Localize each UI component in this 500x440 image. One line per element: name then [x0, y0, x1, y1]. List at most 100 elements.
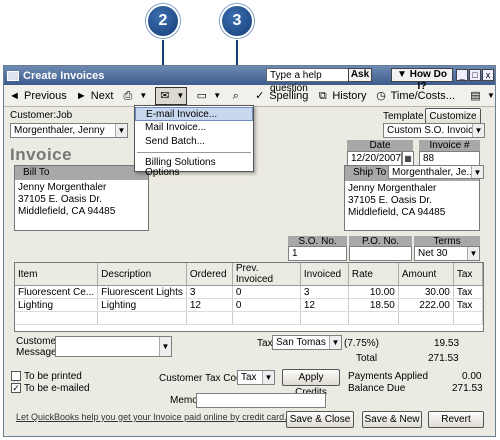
invoiced-cell[interactable]: 3 [300, 285, 349, 299]
save-new-button[interactable]: Save & New [362, 411, 422, 428]
customer-job-select[interactable]: Morgenthaler, Jenny ▼ [10, 123, 128, 138]
save-close-button[interactable]: Save & Close [286, 411, 354, 428]
callout-2: 2 [146, 4, 180, 38]
how-do-i-button[interactable]: ▼ How Do I? [391, 68, 453, 92]
tax-cell[interactable]: Tax [453, 285, 484, 299]
tax-cell[interactable]: Tax [453, 298, 484, 312]
to-be-printed-label: To be printed [24, 371, 82, 382]
total-value: 271.53 [428, 353, 459, 364]
chevron-down-icon: ▼ [115, 124, 127, 137]
ship-to-select[interactable]: Morgenthaler, Je... ▼ [388, 165, 484, 179]
previous-icon: ◄ [9, 89, 20, 102]
help-question-input[interactable]: Type a help question [266, 68, 349, 94]
print-button[interactable]: ⎙ ▼ [121, 89, 148, 102]
menu-item-send-batch[interactable]: Send Batch... [135, 135, 253, 149]
item-cell[interactable]: Fluorescent Ce... [15, 285, 99, 299]
column-header[interactable]: Amount [398, 263, 454, 286]
menu-item-email-invoice[interactable]: E-mail Invoice... [135, 107, 253, 121]
invoice-number-field[interactable]: 88 [419, 151, 480, 166]
table-row[interactable]: Fluorescent Ce... Fluorescent Lights 3 0… [15, 285, 484, 299]
invoiced-cell[interactable]: 12 [300, 298, 349, 312]
ask-button[interactable]: Ask [348, 68, 372, 82]
ship-to-line: Jenny Morgenthaler [348, 183, 437, 194]
date-field[interactable]: 12/20/2007 [347, 151, 402, 166]
bill-to-line: 37105 E. Oasis Dr. [18, 194, 102, 205]
template-select[interactable]: Custom S.O. Invoice ▼ [383, 123, 485, 138]
bill-to-box[interactable]: Bill To Jenny Morgenthaler 37105 E. Oasi… [14, 165, 149, 231]
letters-icon: ▤ [470, 89, 481, 102]
send-button[interactable]: ✉ ▼ [155, 86, 188, 105]
envelope-icon: ✉ [160, 89, 170, 102]
bill-to-line: Jenny Morgenthaler [18, 182, 107, 193]
table-row[interactable]: Lighting Lighting 12 0 12 18.50 222.00 T… [15, 298, 484, 312]
memo-field[interactable] [196, 393, 326, 408]
calendar-button[interactable]: ▦ [402, 151, 414, 166]
bill-to-header: Bill To [15, 166, 148, 180]
minimize-button[interactable]: _ [456, 69, 468, 81]
rate-cell[interactable]: 10.00 [348, 285, 399, 299]
template-label: Template [383, 111, 424, 122]
rate-cell[interactable]: 18.50 [348, 298, 399, 312]
maximize-button[interactable]: □ [469, 69, 481, 81]
spelling-icon: ✓ [255, 89, 265, 102]
revert-button[interactable]: Revert [428, 411, 484, 428]
customer-message-label: Customer Message [16, 336, 60, 358]
table-row[interactable] [15, 311, 484, 325]
column-header[interactable]: Tax [453, 263, 484, 286]
clock-icon: ◷ [376, 89, 386, 102]
po-number-field[interactable] [349, 246, 412, 261]
bill-to-line: Middlefield, CA 94485 [18, 206, 116, 217]
column-header[interactable]: Item [15, 263, 99, 286]
close-button[interactable]: x [482, 69, 494, 81]
apply-credits-button[interactable]: Apply Credits [282, 369, 340, 398]
ordered-cell[interactable]: 12 [186, 298, 233, 312]
menu-item-billing-solutions[interactable]: Billing Solutions Options [135, 156, 253, 178]
balance-due-value: 271.53 [452, 383, 483, 394]
window-icon [7, 70, 19, 81]
title-bar: Create Invoices Type a help question Ask… [4, 66, 495, 94]
customer-tax-code-select[interactable]: Tax ▼ [237, 370, 275, 385]
callout-3: 3 [220, 4, 254, 38]
amount-cell[interactable]: 222.00 [398, 298, 454, 312]
history-button[interactable]: ⧉ History [316, 89, 367, 102]
online-payment-link[interactable]: Let QuickBooks help you get your Invoice… [16, 412, 287, 422]
send-menu: E-mail Invoice... Mail Invoice... Send B… [134, 105, 254, 178]
history-icon: ⧉ [318, 89, 327, 102]
to-be-emailed-checkbox[interactable]: ✓ [11, 383, 21, 393]
tax-amount: 19.53 [434, 338, 460, 349]
column-header[interactable]: Rate [348, 263, 399, 286]
description-cell[interactable]: Fluorescent Lights [97, 285, 187, 299]
tax-item-select[interactable]: San Tomas ▼ [272, 335, 342, 350]
customer-message-select[interactable]: ▼ [55, 336, 172, 357]
column-header[interactable]: Invoiced [300, 263, 349, 286]
previous-button[interactable]: ◄ Previous [8, 90, 67, 102]
item-cell[interactable]: Lighting [15, 298, 99, 312]
checkmark-icon: ✓ [12, 383, 20, 393]
ordered-cell[interactable]: 3 [186, 285, 233, 299]
chevron-down-icon: ▼ [486, 91, 495, 100]
prev-invoiced-cell[interactable]: 0 [232, 285, 301, 299]
prev-invoiced-cell[interactable]: 0 [232, 298, 301, 312]
letters-button[interactable]: ▤ ▼ [469, 90, 495, 102]
column-header[interactable]: Ordered [186, 263, 233, 286]
chevron-down-icon: ▼ [329, 336, 341, 349]
column-header[interactable]: Description [97, 263, 187, 286]
to-be-printed-checkbox[interactable] [11, 371, 21, 381]
customer-tax-code-label: Customer Tax Code [159, 373, 248, 384]
column-header[interactable]: Prev. Invoiced [232, 263, 301, 286]
amount-cell[interactable]: 30.00 [398, 285, 454, 299]
printer-icon: ⎙ [123, 89, 133, 102]
payments-applied-label: Payments Applied [348, 371, 429, 382]
time-costs-button[interactable]: ◷ Time/Costs... [375, 90, 455, 102]
tax-rate: (7.75%) [344, 338, 380, 349]
terms-select[interactable]: Net 30 ▼ [414, 246, 480, 261]
memo-label: Memo [170, 395, 198, 406]
form-title: Invoice [10, 145, 73, 164]
ship-button[interactable]: ▭ ▼ [195, 90, 222, 102]
menu-item-mail-invoice[interactable]: Mail Invoice... [135, 121, 253, 135]
find-button[interactable]: ⌕ [229, 90, 245, 102]
next-button[interactable]: ► Next [75, 90, 114, 102]
description-cell[interactable]: Lighting [97, 298, 187, 312]
so-number-field[interactable]: 1 [288, 246, 347, 261]
chevron-down-icon: ▼ [471, 166, 483, 178]
